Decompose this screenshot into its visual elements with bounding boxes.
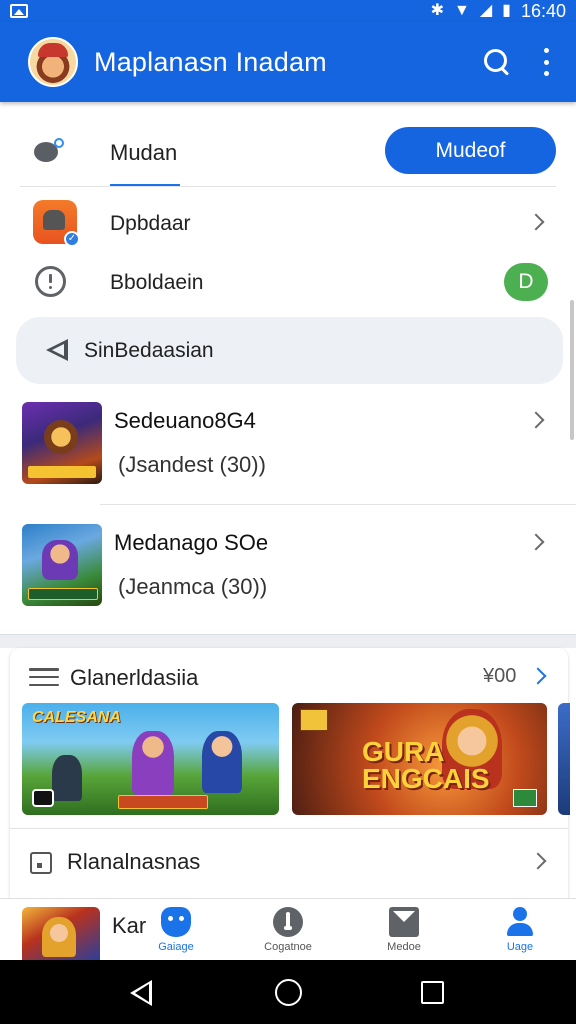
game-list-item[interactable]: Sedeuano8G4 (Jsandest (30))	[0, 398, 576, 510]
image-icon	[10, 4, 28, 18]
send-icon	[46, 339, 70, 361]
signal-icon: ◢	[479, 2, 493, 19]
flag-icon	[300, 709, 328, 731]
chevron-right-icon	[527, 213, 545, 231]
game-list-item[interactable]: Medanago SOe (Jeanmca (30))	[0, 520, 576, 632]
game-thumbnail	[22, 524, 102, 606]
divider	[100, 504, 576, 505]
primary-action-button[interactable]: Mudeof	[385, 127, 556, 174]
list-item-label: Dpbdaar	[110, 212, 191, 235]
bottom-navigation: Kar Gaiage Cogatnoe Medoe Uage	[0, 898, 576, 961]
search-bar-label: SinBedaasian	[84, 339, 214, 362]
menu-icon[interactable]	[29, 668, 59, 686]
banner-ribbon	[118, 795, 208, 809]
status-bar: ✱ ▼ ◢ ▮ 16:40	[0, 0, 576, 22]
status-badge: D	[504, 263, 548, 301]
game-banner[interactable]: CALESANA	[22, 703, 279, 815]
info-icon	[35, 266, 66, 297]
app-bar: Maplanasn Inadam	[0, 22, 576, 102]
divider	[10, 828, 568, 829]
game-banner-partial[interactable]	[558, 703, 570, 815]
chevron-right-icon	[527, 533, 545, 551]
battery-icon: ▮	[502, 2, 511, 19]
character-art	[202, 731, 242, 793]
card-title: Glanerldasiia	[70, 665, 199, 690]
section-separator	[0, 634, 576, 648]
list-item-store[interactable]: ✓ Dpbdaar	[0, 196, 576, 250]
page-title: Maplanasn Inadam	[94, 46, 327, 77]
tab-row: Mudan Mudeof	[0, 118, 576, 188]
search-bar[interactable]: SinBedaasian	[16, 317, 563, 384]
rating-badge-icon	[513, 789, 537, 807]
nav-item-cogatnoe[interactable]: Cogatnoe	[248, 907, 328, 959]
game-banner[interactable]: GURA ENGCAIS	[292, 703, 547, 815]
person-icon	[505, 907, 535, 937]
bluetooth-icon: ✱	[430, 2, 444, 19]
card-count: ¥00	[483, 665, 517, 687]
nav-item-label: Uage	[506, 941, 534, 953]
wifi-icon: ▼	[453, 2, 470, 19]
tab-active[interactable]: Mudan	[110, 140, 177, 166]
game-thumbnail	[22, 402, 102, 484]
banner-title: GURA ENGCAIS	[362, 736, 490, 794]
app-screen: ✱ ▼ ◢ ▮ 16:40 Maplanasn Inadam Mudan Mud…	[0, 0, 576, 1024]
nav-item-label: Cogatnoe	[264, 941, 312, 953]
app-bar-actions	[482, 47, 550, 77]
nav-item-uage[interactable]: Uage	[480, 907, 560, 959]
banner-title: CALESANA	[32, 709, 121, 726]
compass-icon	[273, 907, 303, 937]
store-badge-icon: ✓	[33, 200, 80, 247]
avatar[interactable]	[28, 37, 78, 87]
publisher-logo-icon	[32, 789, 54, 807]
scrollbar[interactable]	[570, 300, 574, 440]
chat-icon[interactable]	[34, 138, 64, 164]
chevron-right-icon	[527, 411, 545, 429]
mail-icon	[389, 907, 419, 937]
divider	[20, 186, 556, 187]
character-art	[52, 755, 82, 801]
recents-icon[interactable]	[421, 981, 444, 1004]
list-item-info[interactable]: Bboldaein D	[0, 256, 576, 310]
nav-item-label: Medoe	[387, 941, 421, 953]
mini-player-thumbnail[interactable]	[22, 907, 100, 961]
home-icon[interactable]	[275, 979, 302, 1006]
document-icon	[30, 852, 52, 874]
list-item-label: Bboldaein	[110, 271, 204, 294]
character-art	[132, 731, 174, 795]
game-title: Sedeuano8G4	[114, 408, 256, 433]
game-subtitle: (Jsandest (30))	[118, 452, 266, 477]
chevron-right-icon[interactable]	[529, 667, 547, 685]
nav-item-gaiage[interactable]: Gaiage	[136, 907, 216, 959]
more-vert-icon[interactable]	[542, 48, 550, 76]
game-subtitle: (Jeanmca (30))	[118, 574, 268, 599]
featured-card: Glanerldasiia ¥00 CALESANA GURA ENGCAIS …	[10, 648, 570, 908]
card-row-label[interactable]: Rlanalnasnas	[67, 849, 200, 875]
nav-item-medoe[interactable]: Medoe	[364, 907, 444, 959]
game-title: Medanago SOe	[114, 530, 269, 555]
system-navigation-bar	[0, 960, 576, 1024]
nav-item-label: Gaiage	[158, 941, 194, 953]
controller-icon	[161, 907, 191, 937]
back-icon[interactable]	[130, 980, 154, 1006]
chevron-right-icon[interactable]	[529, 852, 547, 870]
status-time: 16:40	[520, 0, 566, 21]
search-icon[interactable]	[482, 47, 512, 77]
